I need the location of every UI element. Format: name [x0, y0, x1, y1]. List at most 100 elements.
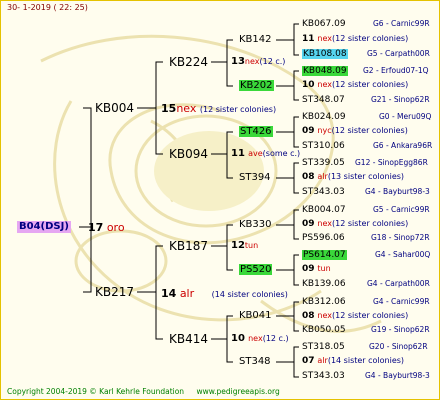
- queen-location: G21 - Sinop62R: [371, 95, 430, 104]
- level4-sisters: (12 sister colonies): [332, 219, 409, 228]
- queen-location: G2 - Erfoud07-1Q: [363, 66, 429, 75]
- level4-breed: tun: [317, 264, 331, 273]
- queen-kb224[interactable]: KB224: [169, 56, 208, 68]
- level4-num: 10: [302, 80, 315, 90]
- queen-id: KB024.09: [302, 112, 346, 122]
- sister-info: 08 alr(13 sister colonies): [302, 173, 404, 182]
- queen-kb217[interactable]: KB217: [95, 286, 134, 298]
- level4-num: 07: [302, 356, 315, 366]
- queen-row[interactable]: KB312.06: [302, 298, 346, 307]
- queen-location: G12 - SinopEgg86R: [355, 158, 428, 167]
- queen-id[interactable]: PS614.07: [302, 250, 347, 260]
- level2-breed: tun: [244, 241, 259, 250]
- queen-kb142[interactable]: KB142: [239, 35, 272, 45]
- queen-st348[interactable]: ST348: [239, 357, 271, 367]
- level4-breed: alr: [317, 172, 328, 181]
- queen-row[interactable]: ST318.05: [302, 343, 345, 352]
- level4-sisters: (12 sister colonies): [332, 80, 409, 89]
- level4-num: 09: [302, 219, 315, 229]
- level2-note: (some c.): [262, 149, 301, 158]
- root-info: 17 oro: [88, 222, 125, 233]
- queen-row[interactable]: ST310.06: [302, 142, 345, 151]
- queen-id[interactable]: KB048.09: [302, 66, 348, 76]
- sister-info: 07 alr(14 sister colonies): [302, 357, 404, 366]
- level4-num: 11: [302, 34, 315, 44]
- level4-sisters: (12 sister colonies): [332, 34, 409, 43]
- queen-id: ST343.03: [302, 371, 345, 381]
- queen-kb202[interactable]: KB202: [239, 80, 274, 91]
- level4-num: 08: [302, 311, 315, 321]
- sister-info: 09 tun: [302, 265, 331, 274]
- queen-st394[interactable]: ST394: [239, 173, 271, 183]
- queen-row[interactable]: ST348.07: [302, 96, 345, 105]
- level2-num: 13: [231, 56, 245, 67]
- queen-row[interactable]: ST343.03: [302, 188, 345, 197]
- queen-location: G6 - Carnic99R: [373, 19, 430, 28]
- queen-kb187[interactable]: KB187: [169, 240, 208, 252]
- level2-breed: ave: [248, 149, 263, 158]
- level4-sisters: (12 sister colonies): [332, 311, 409, 320]
- level2-breed: nex: [248, 334, 263, 343]
- level2-info-2: 12tun: [231, 241, 258, 251]
- queen-st426[interactable]: ST426: [239, 126, 273, 137]
- queen-id: ST339.05: [302, 158, 345, 168]
- level2-info-0: 13nex(12 c.): [231, 57, 285, 67]
- queen-row[interactable]: ST343.03: [302, 372, 345, 381]
- queen-row[interactable]: KB024.09: [302, 113, 346, 122]
- level4-sisters: (12 sister colonies): [331, 126, 408, 135]
- queen-row[interactable]: PS596.06: [302, 234, 345, 243]
- queen-row[interactable]: KB004.07: [302, 206, 346, 215]
- queen-kb330[interactable]: KB330: [239, 220, 272, 230]
- level2-breed: nex: [244, 57, 260, 66]
- level1-num: 15: [161, 102, 177, 115]
- sister-info: 08 nex(12 sister colonies): [302, 312, 408, 321]
- queen-row[interactable]: KB139.06: [302, 280, 346, 289]
- level1-info-0: 15nex (12 sister colonies): [161, 103, 276, 114]
- level4-num: 09: [302, 264, 315, 274]
- queen-ps520[interactable]: PS520: [239, 264, 273, 275]
- queen-id: KB139.06: [302, 279, 346, 289]
- pedigree-chart: 30- 1-2019 ( 22: 25) B04(DSJ) 17 oro KB0…: [0, 0, 440, 400]
- queen-id: ST318.05: [302, 342, 345, 352]
- queen-location: G19 - Sinop62R: [371, 325, 430, 334]
- sister-info: 09 nyc(12 sister colonies): [302, 127, 408, 136]
- queen-kb004[interactable]: KB004: [95, 102, 134, 114]
- root-queen[interactable]: B04(DSJ): [17, 221, 71, 233]
- queen-id[interactable]: KB108.08: [302, 49, 348, 59]
- website-link[interactable]: www.pedigreeapis.org: [196, 387, 279, 396]
- level2-info-1: 11 ave(some c.): [231, 149, 300, 159]
- queen-row[interactable]: KB050.05: [302, 326, 346, 335]
- queen-location: G5 - Carnic99R: [373, 205, 430, 214]
- queen-kb094[interactable]: KB094: [169, 148, 208, 160]
- level1-sisters: (14 sister colonies): [211, 290, 288, 299]
- queen-location: G4 - Carpath00R: [367, 279, 430, 288]
- level4-breed: alr: [317, 356, 328, 365]
- queen-location: G20 - Sinop62R: [369, 342, 428, 351]
- queen-id: ST310.06: [302, 141, 345, 151]
- level1-num: 14: [161, 287, 177, 300]
- level1-breed: alr: [179, 287, 195, 300]
- queen-location: G4 - Sahar00Q: [375, 250, 431, 259]
- level4-breed: nex: [317, 219, 332, 228]
- level4-num: 09: [302, 126, 315, 136]
- sister-info: 10 nex(12 sister colonies): [302, 81, 408, 90]
- queen-id: KB067.09: [302, 19, 346, 29]
- queen-id: KB050.05: [302, 325, 346, 335]
- queen-id: KB004.07: [302, 205, 346, 215]
- level2-num: 12: [231, 240, 245, 251]
- sister-info: 11 nex(12 sister colonies): [302, 35, 408, 44]
- queen-kb414[interactable]: KB414: [169, 333, 208, 345]
- queen-row[interactable]: KB067.09: [302, 20, 346, 29]
- level2-num: 11: [231, 148, 245, 159]
- queen-kb041[interactable]: KB041: [239, 311, 272, 321]
- date-stamp: 30- 1-2019 ( 22: 25): [7, 3, 88, 12]
- queen-id: PS596.06: [302, 233, 345, 243]
- level4-num: 08: [302, 172, 315, 182]
- queen-row[interactable]: ST339.05: [302, 159, 345, 168]
- level4-sisters: (14 sister colonies): [327, 356, 405, 365]
- copyright-text: Copyright 2004-2019 © Karl Kehrle Founda…: [7, 387, 185, 396]
- queen-id: ST343.03: [302, 187, 345, 197]
- level1-breed: nex: [176, 102, 197, 115]
- level2-info-3: 10 nex(12 c.): [231, 334, 289, 344]
- footer: Copyright 2004-2019 © Karl Kehrle Founda…: [7, 388, 280, 396]
